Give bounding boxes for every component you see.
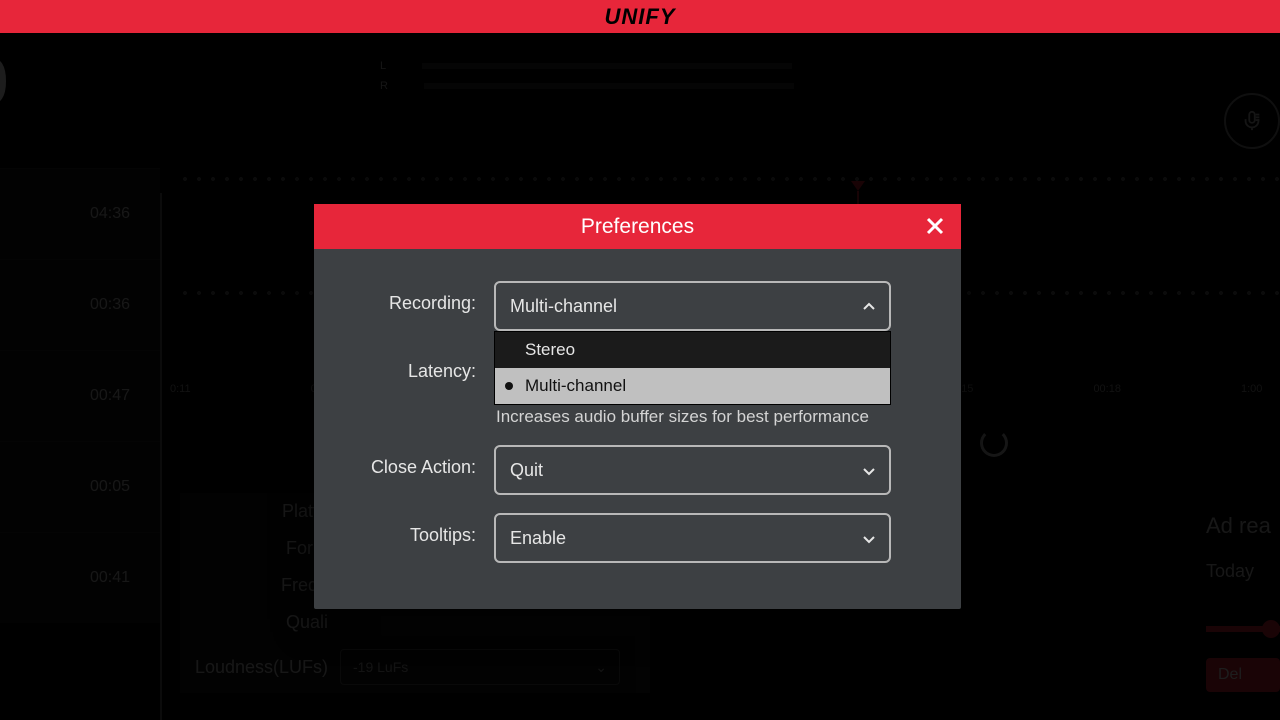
- recording-dropdown: Stereo Multi-channel: [494, 331, 891, 405]
- latency-label: Latency:: [356, 349, 494, 382]
- recording-label: Recording:: [356, 281, 494, 314]
- tooltips-value: Enable: [510, 528, 566, 549]
- tooltips-select[interactable]: Enable: [494, 513, 891, 563]
- recording-row: Recording: Multi-channel Stereo Multi-ch…: [356, 281, 891, 331]
- modal-title: Preferences: [581, 215, 694, 239]
- modal-body: Recording: Multi-channel Stereo Multi-ch…: [314, 249, 961, 609]
- close-action-value: Quit: [510, 460, 543, 481]
- tooltips-label: Tooltips:: [356, 513, 494, 546]
- close-action-row: Close Action: Quit: [356, 445, 891, 495]
- close-icon: [925, 216, 945, 236]
- tooltips-row: Tooltips: Enable: [356, 513, 891, 563]
- chevron-down-icon: [861, 531, 875, 545]
- top-banner: UNIFY: [0, 0, 1280, 33]
- chevron-up-icon: [861, 299, 875, 313]
- modal-header: Preferences: [314, 204, 961, 249]
- recording-select[interactable]: Multi-channel: [494, 281, 891, 331]
- recording-value: Multi-channel: [510, 296, 617, 317]
- close-button[interactable]: [919, 210, 951, 242]
- app-brand: UNIFY: [605, 4, 676, 30]
- option-multichannel[interactable]: Multi-channel: [495, 368, 890, 404]
- option-stereo[interactable]: Stereo: [495, 332, 890, 368]
- close-action-select[interactable]: Quit: [494, 445, 891, 495]
- chevron-down-icon: [861, 463, 875, 477]
- close-action-label: Close Action:: [356, 445, 494, 478]
- preferences-modal: Preferences Recording: Multi-channel Ste…: [314, 204, 961, 609]
